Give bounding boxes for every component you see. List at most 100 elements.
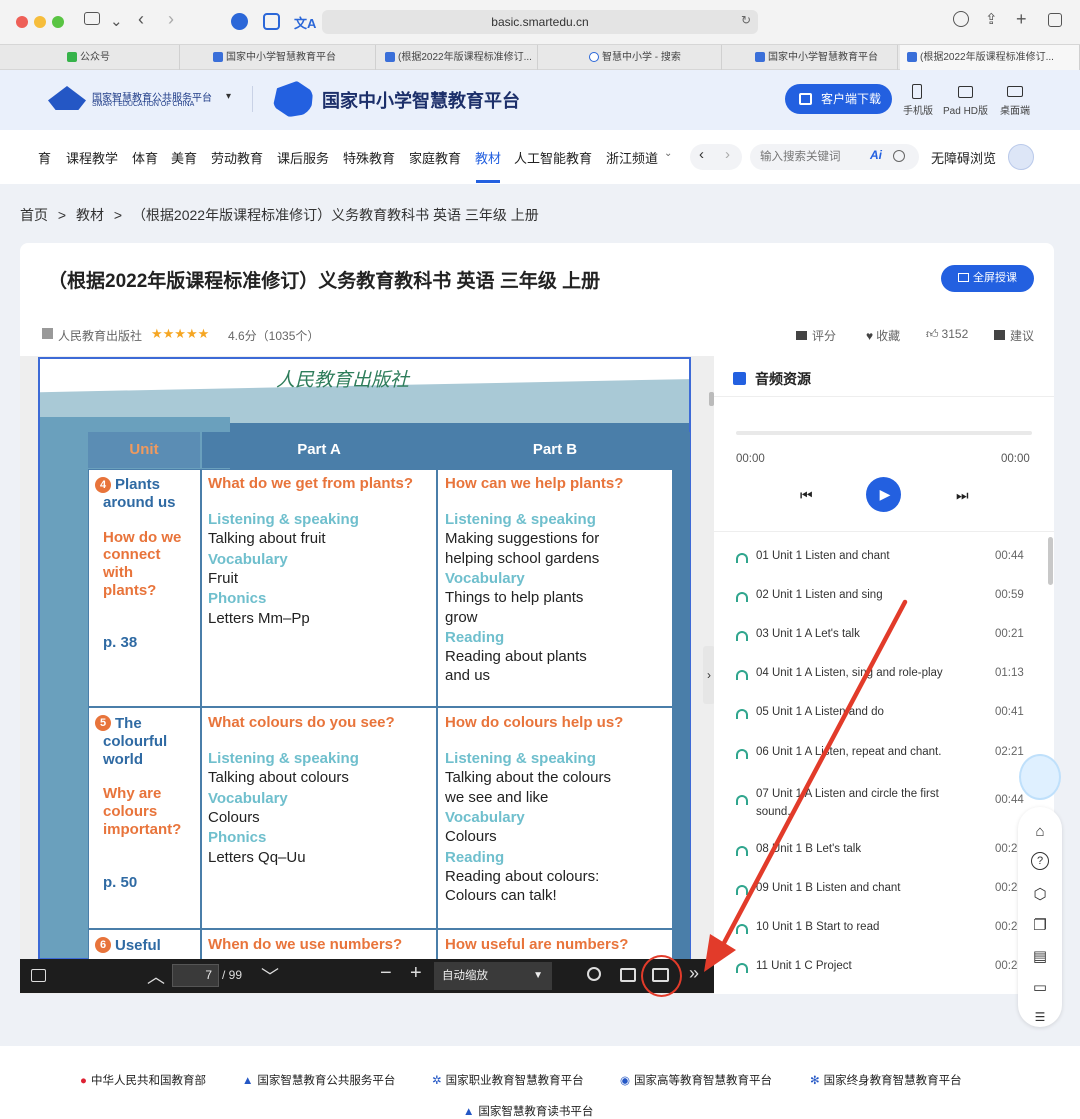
device-phone-label[interactable]: 手机版 — [903, 102, 933, 117]
reload-icon[interactable]: ↻ — [741, 13, 751, 27]
breadcrumb-home[interactable]: 首页 — [20, 207, 48, 223]
help-icon[interactable]: ? — [1031, 852, 1049, 870]
footer-link-lifelong[interactable]: ✻ 国家终身教育智慧教育平台 — [810, 1072, 962, 1088]
nav-item-special[interactable]: 特殊教育 — [343, 148, 395, 167]
nav-item-textbook[interactable]: 教材 — [475, 148, 501, 167]
avatar[interactable] — [1008, 144, 1034, 170]
browser-tab[interactable]: 公众号 — [60, 45, 180, 70]
back-button[interactable]: ‹ — [138, 9, 144, 30]
download-client-icon — [799, 93, 812, 105]
close-window-button[interactable] — [16, 16, 28, 28]
share-icon[interactable]: ⇪ — [985, 10, 998, 28]
phone-icon[interactable] — [912, 84, 922, 99]
translate-icon[interactable]: 文A — [294, 13, 316, 32]
breadcrumb-textbook[interactable]: 教材 — [76, 207, 104, 223]
site-icon — [213, 52, 223, 62]
section-heading: Vocabulary — [208, 789, 288, 807]
menu-icon[interactable]: ☰ — [1028, 1005, 1052, 1029]
section-text: helping school gardens — [445, 549, 600, 567]
nav-item-afterschool[interactable]: 课后服务 — [277, 148, 329, 167]
home-icon[interactable]: ⌂ — [1028, 820, 1052, 844]
track-duration: 00:2 — [995, 921, 1018, 933]
play-button[interactable]: ▶ — [866, 477, 901, 512]
like-button[interactable]: 👍︎ 3152 — [926, 327, 968, 342]
fullscreen-teach-button[interactable]: 全屏授课 — [941, 265, 1034, 292]
next-track-icon[interactable]: ⏭ — [956, 487, 969, 504]
tab-overview-icon[interactable] — [1048, 13, 1062, 27]
cube-icon[interactable]: ⬡ — [1028, 883, 1052, 907]
footer-link-vocational[interactable]: ✲ 国家职业教育智慧教育平台 — [432, 1072, 584, 1088]
audio-section-title: 音频资源 — [755, 371, 811, 387]
feedback-icon[interactable]: ▭ — [1028, 976, 1052, 1000]
maximize-window-button[interactable] — [52, 16, 64, 28]
rate-button[interactable]: 评分 — [796, 327, 836, 344]
browser-tab[interactable]: 智慧中小学 - 搜索 — [582, 45, 722, 70]
presentation-icon[interactable] — [620, 968, 636, 982]
search-icon[interactable] — [587, 967, 601, 981]
browser-tab[interactable]: 国家中小学智慧教育平台 — [206, 45, 376, 70]
minimize-window-button[interactable] — [34, 16, 46, 28]
section-text: grow — [445, 608, 478, 626]
document-icon[interactable]: ▤ — [1028, 945, 1052, 969]
nav-next-button[interactable]: › — [725, 146, 730, 163]
copy-icon[interactable]: ❐ — [1028, 914, 1052, 938]
url-text: basic.smartedu.cn — [491, 15, 589, 29]
sidebar-toggle-icon[interactable] — [31, 969, 46, 982]
extension-box-icon[interactable] — [263, 13, 280, 30]
previous-track-icon[interactable]: ⏮ — [800, 487, 813, 504]
track-name[interactable]: 01 Unit 1 Listen and chant — [756, 550, 890, 562]
nav-item[interactable]: 育 — [38, 148, 51, 167]
footer-link-higher[interactable]: ◉ 国家高等教育智慧教育平台 — [620, 1072, 772, 1088]
desktop-icon[interactable] — [1007, 86, 1023, 97]
unit-number-badge: 5 — [95, 715, 111, 731]
nav-item-art[interactable]: 美育 — [171, 148, 197, 167]
device-pad-label[interactable]: Pad HD版 — [943, 102, 988, 117]
search-icon[interactable] — [893, 150, 905, 162]
prev-page-button[interactable]: ︿ — [147, 963, 165, 989]
zoom-select[interactable]: 自动缩放 ▼ — [434, 962, 552, 990]
page-number-input[interactable]: 7 — [172, 964, 219, 987]
new-tab-icon[interactable]: + — [1016, 9, 1027, 30]
extension-play-icon[interactable] — [231, 13, 248, 30]
nav-item-ai[interactable]: 人工智能教育 — [514, 148, 592, 167]
zoom-out-button[interactable]: − — [380, 962, 392, 985]
breadcrumb-separator: > — [113, 207, 123, 223]
favorite-button[interactable]: ♥ 收藏 — [866, 327, 900, 344]
chevron-down-icon[interactable]: ⌄ — [110, 12, 123, 30]
browser-tab[interactable]: (根据2022年版课程标准修订... — [378, 45, 538, 70]
nav-item-zhejiang[interactable]: 浙江频道 — [606, 148, 658, 167]
feedback-icon — [994, 330, 1005, 340]
device-desktop-label[interactable]: 桌面端 — [1000, 102, 1030, 117]
audio-progress-bar[interactable] — [736, 431, 1032, 435]
nav-prev-button[interactable]: ‹ — [699, 146, 704, 163]
accessibility-link[interactable]: 无障碍浏览 — [931, 148, 996, 167]
chevron-down-icon[interactable]: ⌄ — [664, 148, 672, 159]
assistant-mascot[interactable] — [1019, 754, 1061, 800]
nav-item-course[interactable]: 课程教学 — [66, 148, 118, 167]
next-page-button[interactable]: ﹀ — [261, 963, 279, 989]
nav-item-sports[interactable]: 体育 — [132, 148, 158, 167]
sidebar-toggle-icon[interactable] — [84, 12, 100, 25]
nav-item-labor[interactable]: 劳动教育 — [211, 148, 263, 167]
platform-dropdown-icon[interactable]: ▾ — [226, 91, 231, 102]
footer-link-reading[interactable]: ▲ 国家智慧教育读书平台 — [463, 1103, 593, 1119]
national-emblem-icon: ● — [80, 1075, 87, 1087]
ai-search-icon[interactable]: Ai — [870, 148, 882, 162]
nav-item-family[interactable]: 家庭教育 — [409, 148, 461, 167]
unit-name: world — [103, 751, 143, 768]
zoom-in-button[interactable]: + — [410, 962, 422, 985]
footer-link-moe[interactable]: ● 中华人民共和国教育部 — [80, 1072, 206, 1088]
client-download-button[interactable]: 客户端下载 — [785, 84, 892, 114]
track-list-scrollbar[interactable] — [1048, 537, 1053, 585]
forward-button[interactable]: › — [168, 9, 174, 30]
download-icon[interactable] — [953, 11, 969, 27]
suggest-button[interactable]: 建议 — [994, 327, 1034, 344]
tablet-icon[interactable] — [958, 86, 973, 98]
footer-link-public[interactable]: ▲ 国家智慧教育公共服务平台 — [242, 1072, 395, 1088]
search-input[interactable] — [760, 147, 860, 167]
address-bar[interactable]: basic.smartedu.cn — [322, 10, 758, 34]
browser-tab-active[interactable]: (根据2022年版课程标准修订... — [900, 45, 1080, 70]
browser-tab[interactable]: 国家中小学智慧教育平台 — [748, 45, 898, 70]
arrow-head — [704, 934, 736, 972]
heart-icon: ♥ — [866, 329, 874, 343]
